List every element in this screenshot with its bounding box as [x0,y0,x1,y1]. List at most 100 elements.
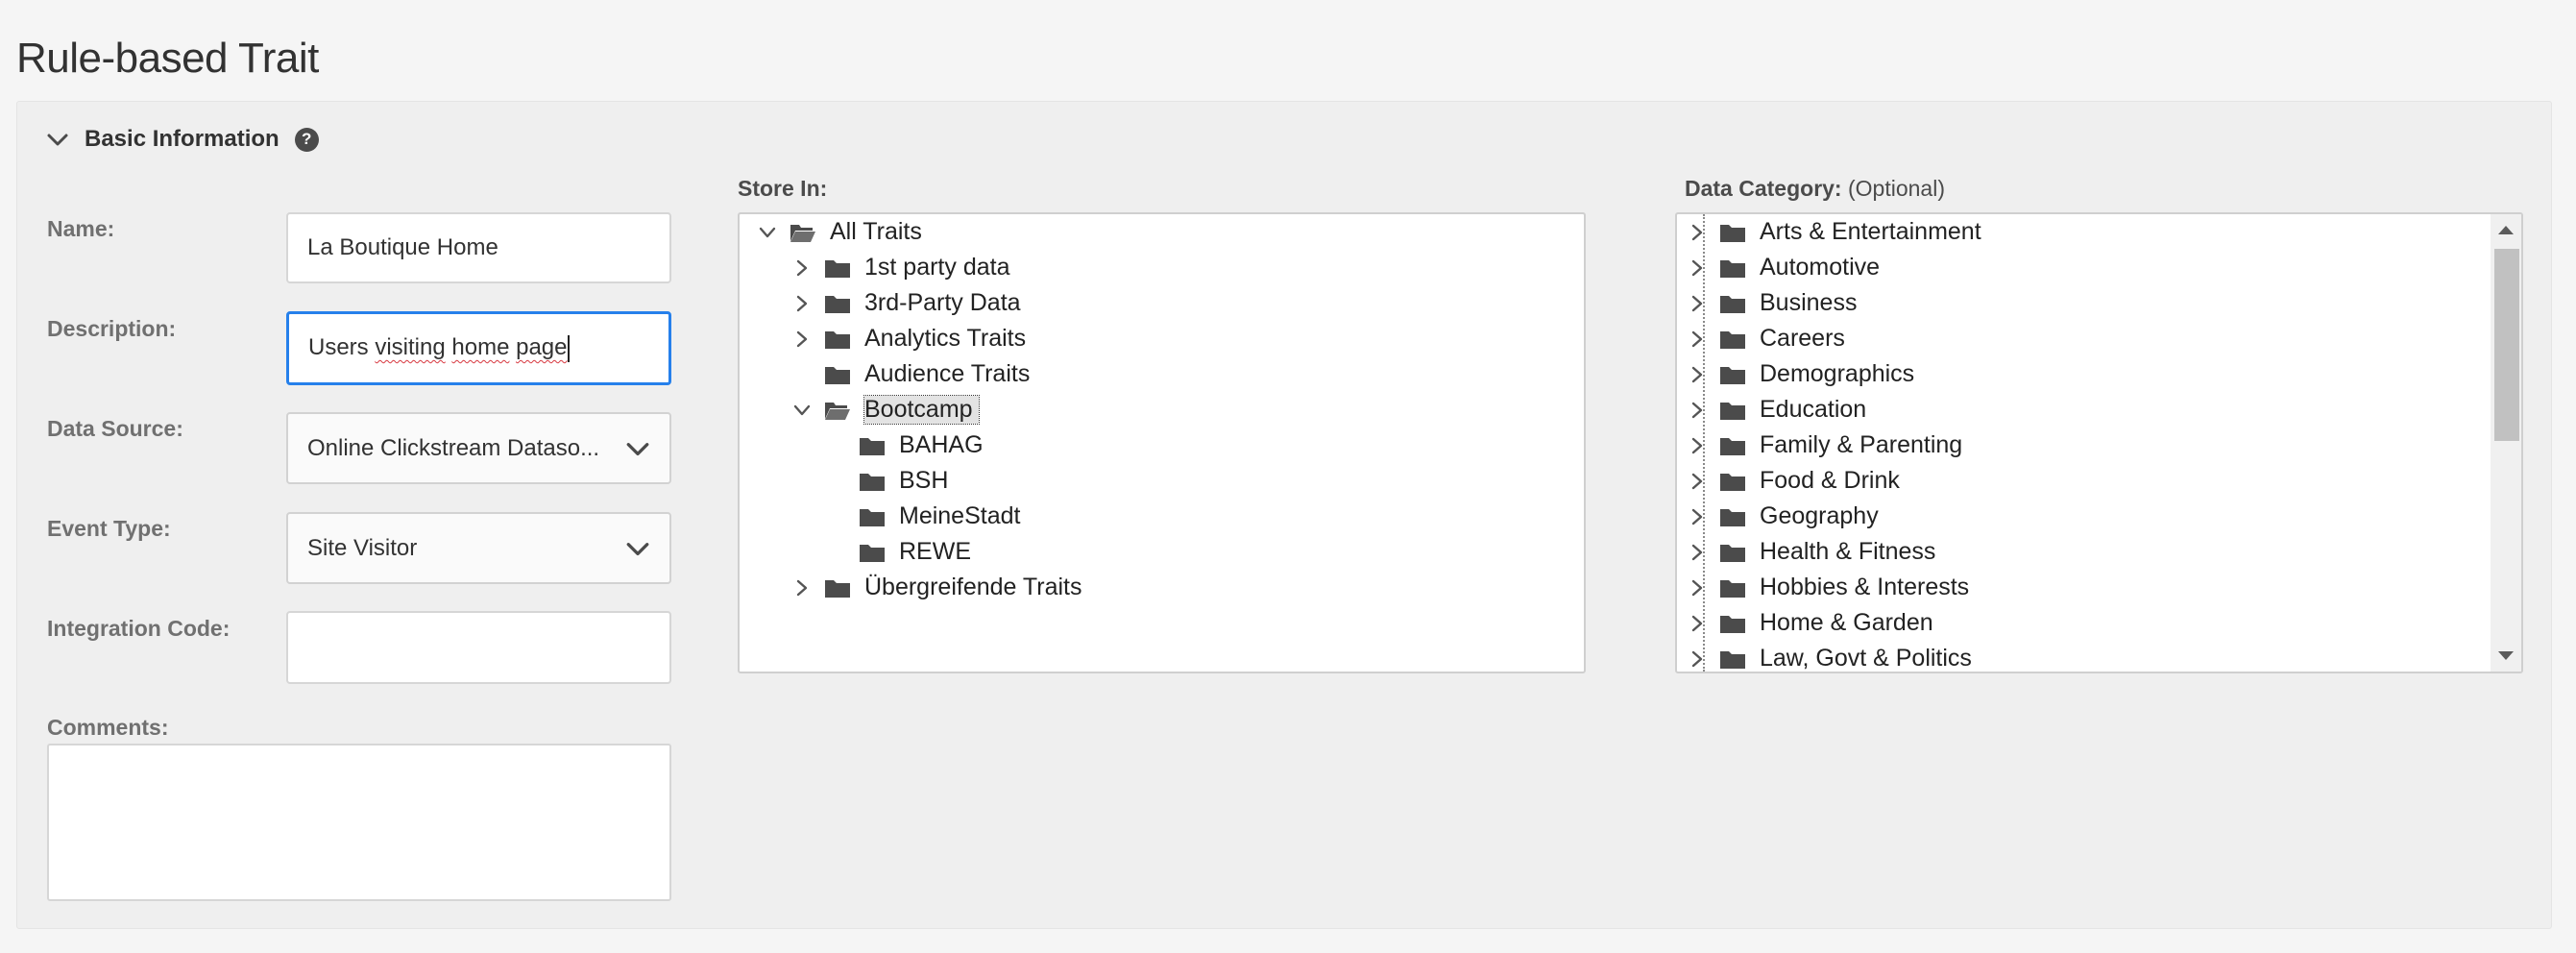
chevron-right-icon[interactable] [1687,222,1708,243]
tree-item[interactable]: All Traits [757,214,922,250]
tree-toggle[interactable] [1687,542,1708,563]
tree-item-label: Business [1760,289,1858,316]
tree-toggle[interactable] [1687,471,1708,492]
tree-item[interactable]: MeineStadt [826,499,1020,534]
scrollbar-thumb[interactable] [2494,249,2519,441]
tree-item[interactable]: Business [1687,285,1857,321]
tree-toggle[interactable] [1687,506,1708,527]
store-in-tree[interactable]: All Traits 1st party data 3rd-Party Data An… [738,212,1586,673]
tree-toggle[interactable] [1687,400,1708,421]
tree-item-label: All Traits [830,218,922,245]
tree-item[interactable]: BSH [826,463,948,499]
tree-item[interactable]: Analytics Traits [791,321,1026,356]
folder-icon [1720,650,1745,669]
folder-icon [1720,579,1745,598]
help-icon[interactable]: ? [294,127,319,152]
data-category-label: Data Category: [1685,176,1842,201]
tree-toggle[interactable] [1687,364,1708,385]
tree-item[interactable]: Careers [1687,321,1845,356]
tree-item[interactable]: Health & Fitness [1687,534,1935,570]
chevron-down-icon[interactable] [46,128,69,151]
tree-item[interactable]: Family & Parenting [1687,428,1962,463]
chevron-right-icon[interactable] [1687,506,1708,527]
chevron-right-icon[interactable] [1687,471,1708,492]
tree-toggle[interactable] [791,577,813,599]
tree-item-label: 3rd-Party Data [864,289,1021,316]
scroll-down-arrow-icon[interactable] [2496,648,2515,664]
chevron-right-icon[interactable] [1687,364,1708,385]
tree-item[interactable]: Übergreifende Traits [791,570,1082,605]
tree-toggle[interactable] [1687,293,1708,314]
tree-toggle[interactable] [1687,435,1708,456]
description-field[interactable]: Users visiting home page [286,311,671,385]
chevron-right-icon[interactable] [791,293,813,314]
chevron-right-icon[interactable] [791,577,813,599]
tree-item-label: Health & Fitness [1760,538,1936,565]
chevron-right-icon[interactable] [1687,293,1708,314]
tree-item-label: Careers [1760,325,1845,352]
tree-toggle[interactable] [791,257,813,279]
tree-toggle[interactable] [1687,648,1708,670]
tree-item[interactable]: Education [1687,392,1866,428]
event-type-value: Site Visitor [307,534,418,561]
tree-item[interactable]: Audience Traits [791,356,1030,392]
name-field[interactable]: La Boutique Home [286,212,671,283]
chevron-right-icon[interactable] [1687,435,1708,456]
tree-item-label: BAHAG [899,431,984,458]
chevron-right-icon[interactable] [1687,329,1708,350]
tree-item-label: Hobbies & Interests [1760,574,1970,600]
folder-icon [860,437,885,455]
tree-item[interactable]: 1st party data [791,250,1009,285]
tree-item[interactable]: Bootcamp [791,392,980,428]
data-category-heading: Data Category: (Optional) [1685,176,1945,202]
tree-item-label: Education [1760,396,1867,423]
folder-icon [1720,615,1745,633]
tree-item-label: Automotive [1760,254,1881,281]
chevron-right-icon[interactable] [1687,257,1708,279]
event-type-select[interactable]: Site Visitor [286,512,671,584]
chevron-right-icon[interactable] [1687,542,1708,563]
tree-item[interactable]: Geography [1687,499,1879,534]
tree-item[interactable]: Home & Garden [1687,605,1933,641]
folder-icon [825,366,850,384]
tree-item[interactable]: Law, Govt & Politics [1687,641,1972,672]
tree-item[interactable]: 3rd-Party Data [791,285,1021,321]
tree-item-label: Food & Drink [1760,467,1900,494]
tree-toggle[interactable] [1687,577,1708,599]
tree-item-label: Arts & Entertainment [1760,218,1981,245]
tree-item[interactable]: Demographics [1687,356,1914,392]
chevron-down-icon[interactable] [791,400,813,421]
scroll-up-arrow-icon[interactable] [2496,222,2515,237]
tree-item[interactable]: Automotive [1687,250,1880,285]
chevron-right-icon[interactable] [1687,577,1708,599]
folder-open-icon [790,224,815,242]
chevron-down-icon[interactable] [757,222,778,243]
chevron-right-icon[interactable] [1687,400,1708,421]
comments-textarea[interactable] [47,744,671,901]
chevron-right-icon[interactable] [791,257,813,279]
section-header[interactable]: Basic Information ? [46,126,319,153]
tree-toggle[interactable] [757,222,778,243]
chevron-right-icon[interactable] [791,329,813,350]
scrollbar[interactable] [2491,214,2521,672]
tree-toggle[interactable] [1687,329,1708,350]
tree-item[interactable]: Food & Drink [1687,463,1900,499]
data-category-tree[interactable]: Arts & Entertainment Automotive Business Ca… [1675,212,2523,673]
tree-toggle[interactable] [1687,222,1708,243]
folder-icon [1720,295,1745,313]
tree-item-label: Home & Garden [1760,609,1933,636]
tree-toggle[interactable] [791,400,813,421]
tree-item[interactable]: Hobbies & Interests [1687,570,1969,605]
tree-toggle[interactable] [1687,613,1708,634]
chevron-right-icon[interactable] [1687,648,1708,670]
integration-code-field[interactable] [286,611,671,684]
data-source-select[interactable]: Online Clickstream Dataso... [286,412,671,484]
tree-toggle[interactable] [1687,257,1708,279]
chevron-down-icon [626,542,649,555]
tree-toggle[interactable] [791,293,813,314]
tree-item[interactable]: BAHAG [826,428,984,463]
tree-item[interactable]: Arts & Entertainment [1687,214,1981,250]
chevron-right-icon[interactable] [1687,613,1708,634]
tree-toggle[interactable] [791,329,813,350]
tree-item[interactable]: REWE [826,534,971,570]
